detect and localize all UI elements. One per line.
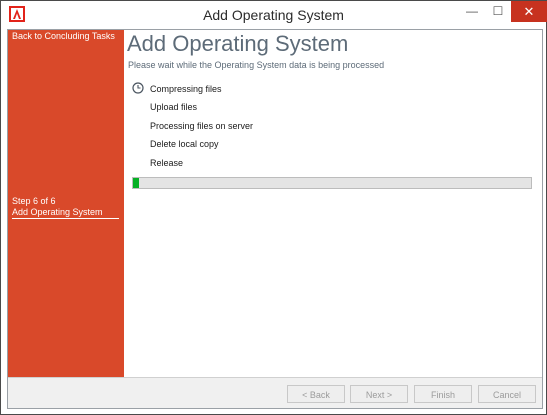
wizard-sidebar: Back to Concluding Tasks Step 6 of 6 Add… bbox=[8, 30, 124, 377]
wizard-main: Add Operating System Please wait while t… bbox=[124, 30, 542, 377]
dialog-window: Add Operating System — ☐ ✕ Back to Concl… bbox=[0, 0, 547, 415]
step-name: Add Operating System bbox=[12, 207, 103, 217]
maximize-button[interactable]: ☐ bbox=[485, 1, 511, 22]
minimize-button[interactable]: — bbox=[459, 1, 485, 22]
progress-fill bbox=[133, 178, 139, 188]
current-step: Step 6 of 6 Add Operating System bbox=[12, 196, 120, 218]
step-counter: Step 6 of 6 bbox=[12, 196, 56, 206]
wizard-content: Back to Concluding Tasks Step 6 of 6 Add… bbox=[7, 29, 543, 409]
back-to-concluding-tasks-link[interactable]: Back to Concluding Tasks bbox=[12, 31, 120, 42]
title-bar: Add Operating System — ☐ ✕ bbox=[1, 1, 547, 29]
progress-bar bbox=[132, 177, 532, 189]
task-compressing-files: Compressing files bbox=[150, 84, 222, 94]
task-upload-files: Upload files bbox=[150, 102, 198, 112]
finish-button[interactable]: Finish bbox=[414, 385, 472, 403]
cancel-button[interactable]: Cancel bbox=[478, 385, 536, 403]
clock-icon bbox=[132, 82, 144, 94]
step-underline bbox=[12, 218, 119, 219]
page-title: Add Operating System bbox=[127, 31, 349, 56]
wizard-footer: < Back Next > Finish Cancel bbox=[8, 377, 542, 408]
task-processing-files: Processing files on server bbox=[150, 121, 254, 131]
next-button[interactable]: Next > bbox=[350, 385, 408, 403]
close-button[interactable]: ✕ bbox=[511, 1, 547, 22]
page-subtitle: Please wait while the Operating System d… bbox=[128, 60, 385, 70]
task-release: Release bbox=[150, 158, 184, 168]
back-button[interactable]: < Back bbox=[287, 385, 345, 403]
task-delete-local-copy: Delete local copy bbox=[150, 139, 219, 149]
